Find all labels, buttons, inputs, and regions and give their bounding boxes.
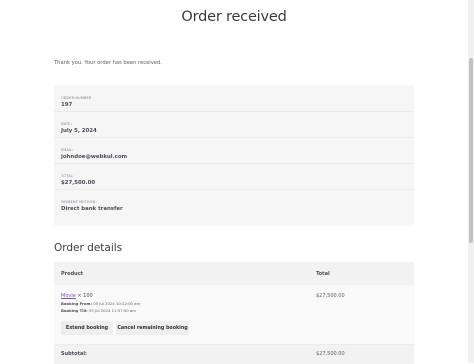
overview-label: TOTAL: (61, 174, 75, 178)
column-header-total: Total (316, 271, 330, 277)
line-total: $27,500.00 (316, 293, 345, 299)
product-line: Movie × 100 (61, 293, 93, 299)
overview-item-email: EMAIL: johndoe@webkul.com (54, 137, 414, 164)
order-overview: ORDER NUMBER 197 DATE: July 5, 2024 EMAI… (54, 85, 414, 226)
cancel-remaining-booking-button[interactable]: Cancel remaining booking (116, 321, 189, 335)
subtotal-value: $27,500.00 (316, 351, 345, 357)
overview-item-payment-method: PAYMENT METHOD: Direct bank transfer (54, 189, 414, 215)
booking-till-label: Booking Till: (61, 308, 88, 313)
order-details-table: Product Total Movie × 100 Booking From: … (54, 262, 414, 364)
order-details-title: Order details (54, 242, 123, 254)
booking-till: Booking Till: 05 Jul 2024 11:57:00 am (61, 308, 136, 313)
page-scrollbar[interactable] (468, 0, 474, 363)
booking-from-value: 05 Jul 2024 10:22:00 am (93, 301, 141, 306)
overview-item-order-number: ORDER NUMBER 197 (54, 85, 414, 112)
order-received-notice: Thank you. Your order has been received. (54, 60, 162, 66)
booking-till-value: 05 Jul 2024 11:57:00 am (88, 308, 136, 313)
table-row: Movie × 100 Booking From: 05 Jul 2024 10… (54, 285, 414, 344)
overview-item-date: DATE: July 5, 2024 (54, 111, 414, 138)
subtotal-row: Subtotal: $27,500.00 (54, 344, 414, 364)
overview-value: $27,500.00 (61, 180, 96, 186)
booking-from-label: Booking From: (61, 301, 92, 306)
overview-value: Direct bank transfer (61, 206, 123, 212)
overview-item-total: TOTAL: $27,500.00 (54, 163, 414, 190)
overview-label: DATE: (61, 122, 72, 126)
product-link[interactable]: Movie (61, 293, 76, 299)
overview-value: 197 (61, 102, 73, 108)
overview-value: July 5, 2024 (61, 128, 97, 134)
overview-value: johndoe@webkul.com (61, 154, 128, 160)
overview-label: ORDER NUMBER (61, 96, 92, 100)
column-header-product: Product (61, 271, 84, 277)
overview-label: PAYMENT METHOD: (61, 200, 97, 204)
product-quantity: × 100 (77, 293, 93, 299)
page-title: Order received (181, 9, 287, 25)
overview-label: EMAIL: (61, 148, 74, 152)
subtotal-label: Subtotal: (61, 351, 88, 357)
table-header: Product Total (54, 262, 414, 285)
booking-from: Booking From: 05 Jul 2024 10:22:00 am (61, 301, 140, 306)
extend-booking-button[interactable]: Extend booking (61, 321, 113, 335)
scrollbar-thumb[interactable] (469, 58, 473, 243)
